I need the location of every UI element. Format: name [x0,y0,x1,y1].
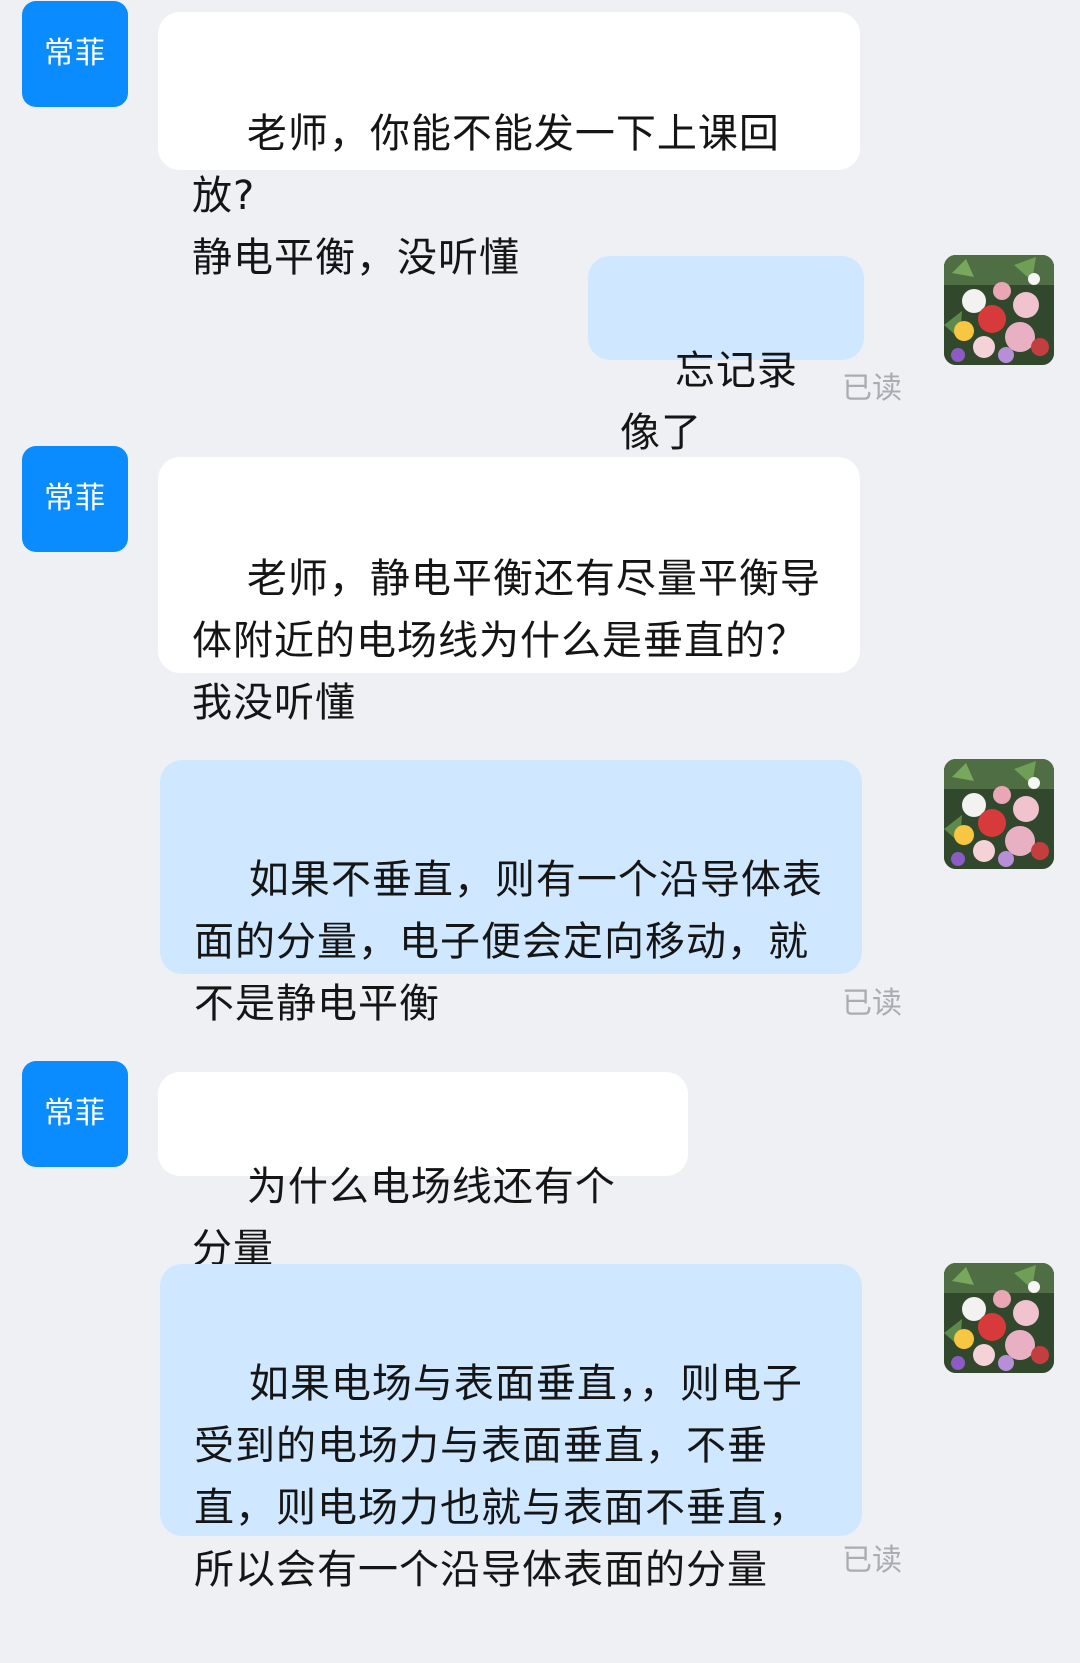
self-avatar[interactable] [944,1263,1054,1373]
contact-avatar-name: 常菲 [44,36,106,71]
message-text: 如果不垂直，则有一个沿导体表面的分量，电子便会定向移动，就不是静电平衡 [194,857,823,1027]
self-avatar[interactable] [944,255,1054,365]
contact-avatar[interactable]: 常菲 [22,446,128,552]
message-text: 老师，静电平衡还有尽量平衡导体附近的电场线为什么是垂直的？我没听懂 [192,556,821,726]
self-avatar[interactable] [944,759,1054,869]
message-bubble-incoming[interactable]: 老师，静电平衡还有尽量平衡导体附近的电场线为什么是垂直的？我没听懂 [158,457,860,726]
message-text: 如果电场与表面垂直，，则电子受到的电场力与表面垂直，不垂直，则电场力也就与表面不… [194,1361,809,1593]
contact-avatar-name: 常菲 [44,481,106,516]
message-bubble-outgoing[interactable]: 如果不垂直，则有一个沿导体表面的分量，电子便会定向移动，就不是静电平衡 [160,760,862,1027]
message-text: 为什么电场线还有个分量 [192,1164,616,1272]
read-receipt: 已读 [842,371,902,406]
contact-avatar[interactable]: 常菲 [22,1,128,107]
flower-bouquet-photo-icon [944,255,1054,365]
message-bubble-incoming[interactable]: 老师，你能不能发一下上课回放? 静电平衡，没听懂 [158,12,860,281]
contact-avatar[interactable]: 常菲 [22,1061,128,1167]
message-text: 忘记录像了 [620,348,798,456]
message-bubble-outgoing[interactable]: 忘记录像了 [588,256,864,456]
contact-avatar-name: 常菲 [44,1096,106,1131]
read-receipt: 已读 [842,986,902,1021]
flower-bouquet-photo-icon [944,759,1054,869]
flower-bouquet-photo-icon [944,1263,1054,1373]
message-bubble-incoming[interactable]: 为什么电场线还有个分量 [158,1072,688,1272]
chat-thread: 常菲 老师，你能不能发一下上课回放? 静电平衡，没听懂 忘记录像了 已读 常菲 … [0,0,1080,1660]
message-bubble-outgoing[interactable]: 如果电场与表面垂直，，则电子受到的电场力与表面垂直，不垂直，则电场力也就与表面不… [160,1264,862,1593]
read-receipt: 已读 [842,1543,902,1578]
